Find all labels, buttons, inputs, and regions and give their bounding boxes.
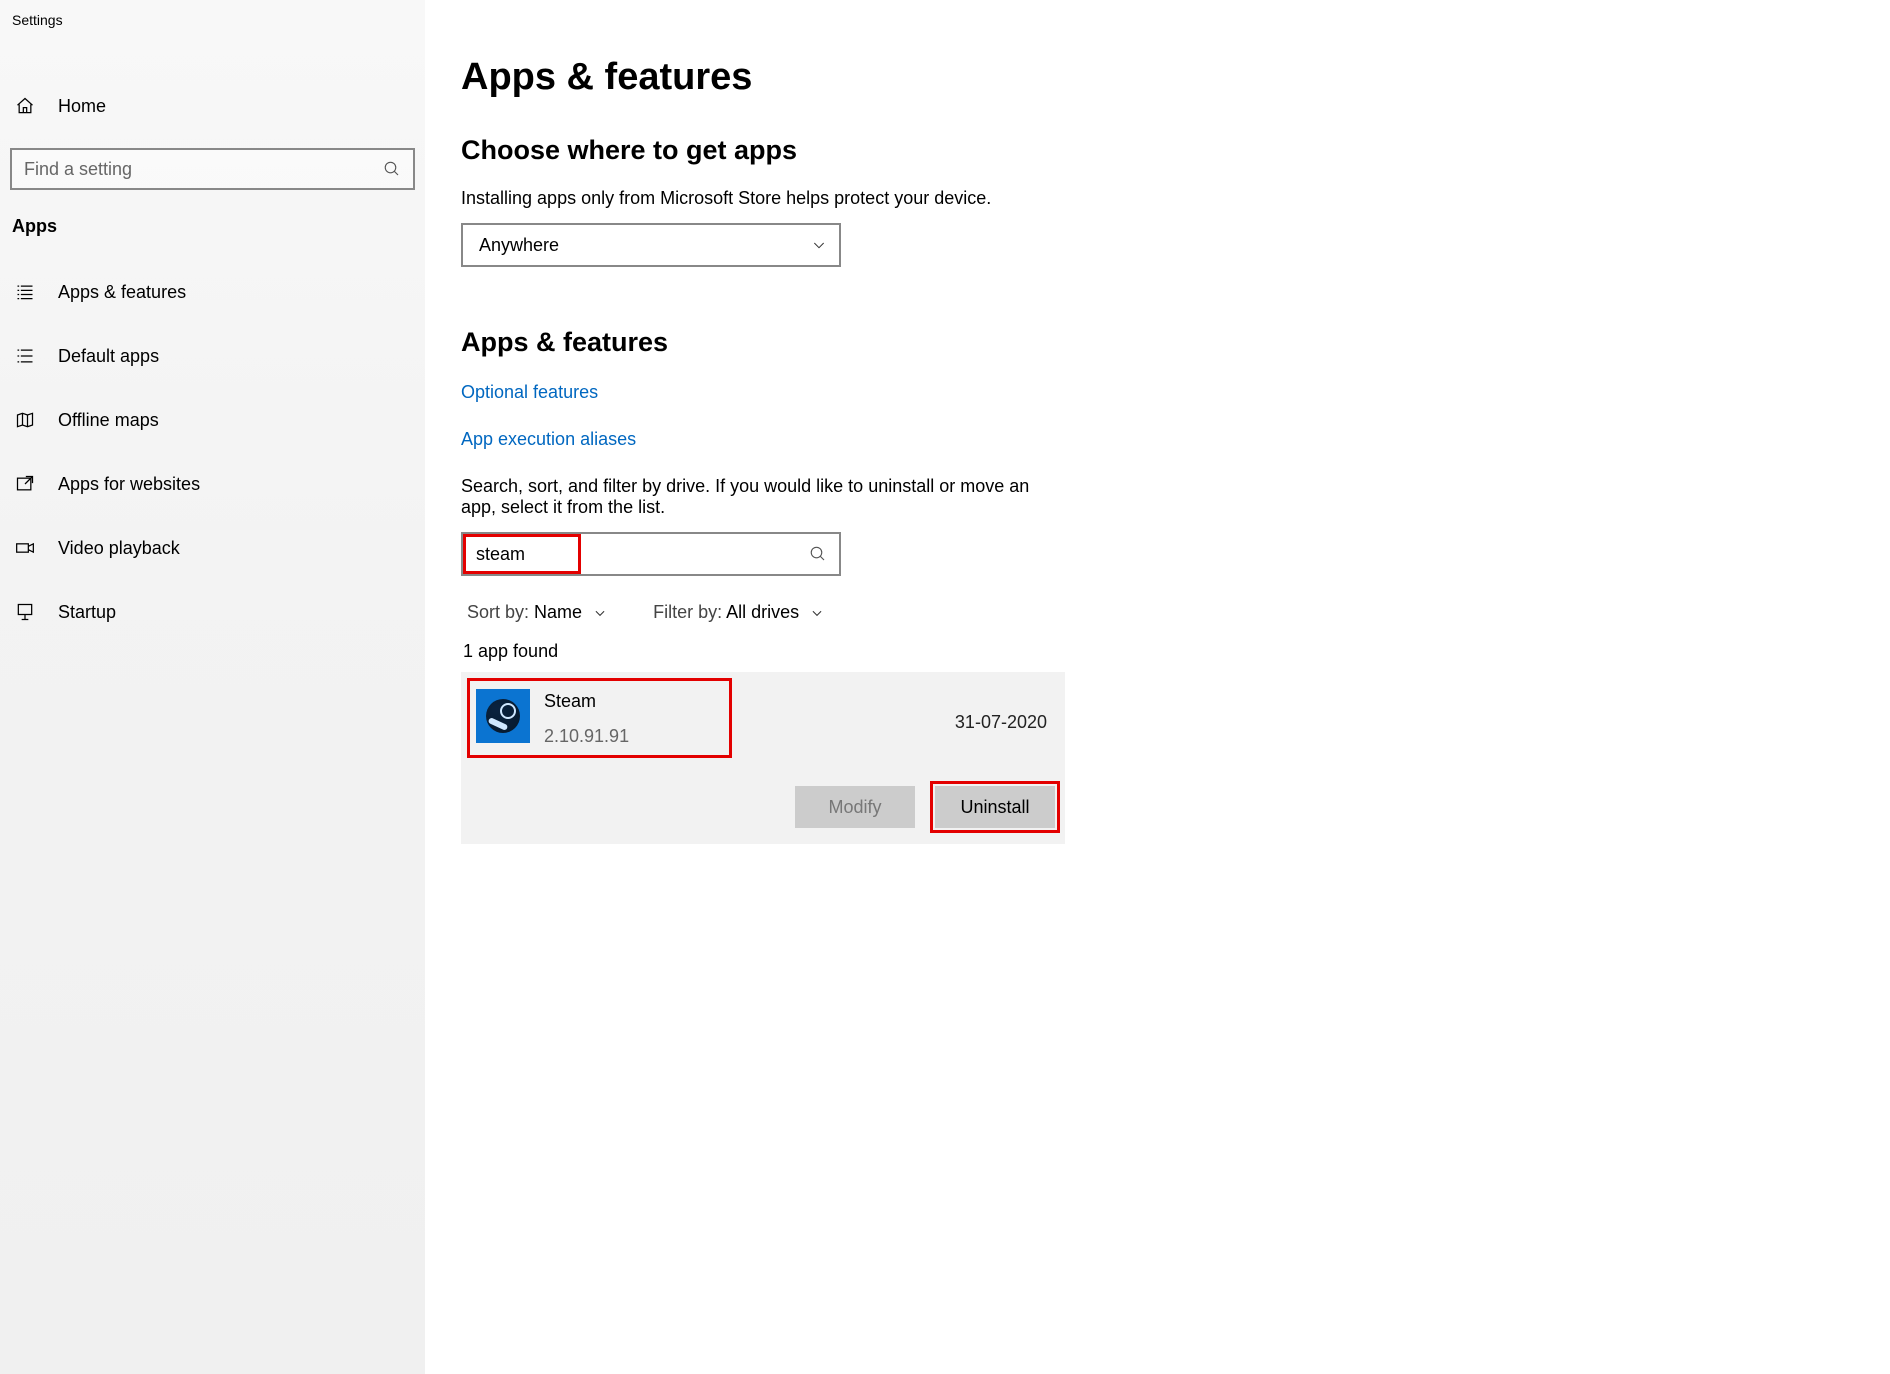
window-title: Settings [0, 8, 425, 28]
section-heading: Apps & features [461, 327, 1069, 358]
instructions-text: Search, sort, and filter by drive. If yo… [461, 476, 1069, 518]
modify-button[interactable]: Modify [795, 786, 915, 828]
sidebar-item-label: Apps & features [58, 282, 186, 303]
results-count: 1 app found [463, 641, 1069, 662]
uninstall-button[interactable]: Uninstall [935, 786, 1055, 828]
app-search-input[interactable] [476, 544, 568, 565]
chevron-down-icon [810, 606, 824, 620]
chevron-down-icon [593, 606, 607, 620]
chevron-down-icon [811, 237, 827, 253]
sort-dropdown[interactable]: Sort by: Name [467, 602, 607, 623]
home-icon [14, 95, 36, 117]
map-icon [14, 409, 36, 431]
nav-home[interactable]: Home [0, 78, 425, 134]
sidebar-item-label: Startup [58, 602, 116, 623]
sidebar-item-video-playback[interactable]: Video playback [0, 521, 425, 575]
list-icon [14, 281, 36, 303]
link-app-execution-aliases[interactable]: App execution aliases [461, 429, 1069, 450]
settings-search[interactable] [10, 148, 415, 190]
sidebar: Settings Home Apps [0, 0, 425, 1374]
search-icon [383, 160, 401, 178]
app-source-dropdown[interactable]: Anywhere [461, 223, 841, 267]
sidebar-item-offline-maps[interactable]: Offline maps [0, 393, 425, 447]
app-install-date: 31-07-2020 [955, 712, 1047, 733]
link-optional-features[interactable]: Optional features [461, 382, 1069, 403]
sidebar-item-apps-features[interactable]: Apps & features [0, 265, 425, 319]
video-icon [14, 537, 36, 559]
dropdown-value: Anywhere [479, 235, 559, 256]
filter-value: All drives [726, 602, 799, 622]
sidebar-item-label: Video playback [58, 538, 180, 559]
sort-label: Sort by: [467, 602, 529, 622]
steam-icon [476, 689, 530, 743]
sidebar-item-apps-for-websites[interactable]: Apps for websites [0, 457, 425, 511]
startup-icon [14, 601, 36, 623]
filter-dropdown[interactable]: Filter by: All drives [653, 602, 824, 623]
choose-description: Installing apps only from Microsoft Stor… [461, 188, 1069, 209]
sort-value: Name [534, 602, 582, 622]
default-icon [14, 345, 36, 367]
app-list-item[interactable]: Steam 2.10.91.91 31-07-2020 Modify Unins… [461, 672, 1065, 844]
sidebar-item-label: Apps for websites [58, 474, 200, 495]
filter-label: Filter by: [653, 602, 722, 622]
page-title: Apps & features [461, 56, 1069, 99]
app-version: 2.10.91.91 [544, 726, 629, 747]
search-icon [809, 545, 827, 563]
sidebar-item-startup[interactable]: Startup [0, 585, 425, 639]
highlight-search-term [463, 534, 581, 574]
highlight-app-entry: Steam 2.10.91.91 [467, 678, 732, 758]
nav-home-label: Home [58, 96, 106, 117]
settings-search-input[interactable] [24, 159, 383, 180]
open-icon [14, 473, 36, 495]
sidebar-item-label: Default apps [58, 346, 159, 367]
sidebar-item-label: Offline maps [58, 410, 159, 431]
main-content: Apps & features Choose where to get apps… [425, 0, 1105, 1374]
choose-heading: Choose where to get apps [461, 135, 1069, 166]
sidebar-category: Apps [0, 216, 425, 265]
app-search-box[interactable] [461, 532, 841, 576]
sidebar-item-default-apps[interactable]: Default apps [0, 329, 425, 383]
app-name: Steam [544, 691, 629, 712]
